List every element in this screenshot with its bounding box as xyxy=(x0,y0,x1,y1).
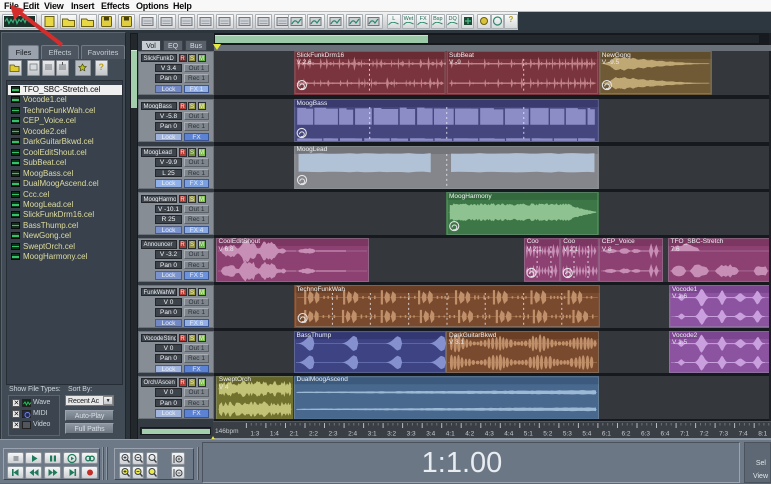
svg-text:4:1: 4:1 xyxy=(446,431,455,438)
svg-text:6:3: 6:3 xyxy=(641,431,650,438)
svg-text:1:4: 1:4 xyxy=(270,431,279,438)
svg-text:6:2: 6:2 xyxy=(622,431,631,438)
svg-text:5:4: 5:4 xyxy=(582,431,591,438)
svg-text:6:4: 6:4 xyxy=(661,431,670,438)
svg-text:7:3: 7:3 xyxy=(719,431,728,438)
svg-text:3:1: 3:1 xyxy=(368,431,377,438)
svg-text:4:3: 4:3 xyxy=(485,431,494,438)
svg-text:3:2: 3:2 xyxy=(387,431,396,438)
svg-text:2:3: 2:3 xyxy=(329,431,338,438)
svg-text:1:3: 1:3 xyxy=(250,431,259,438)
svg-text:6:1: 6:1 xyxy=(602,431,611,438)
svg-text:3:4: 3:4 xyxy=(426,431,435,438)
svg-text:5:2: 5:2 xyxy=(543,431,552,438)
svg-text:7:1: 7:1 xyxy=(680,431,689,438)
svg-text:2:1: 2:1 xyxy=(290,431,299,438)
svg-text:4:2: 4:2 xyxy=(465,431,474,438)
svg-text:3:3: 3:3 xyxy=(407,431,416,438)
svg-text:5:3: 5:3 xyxy=(563,431,572,438)
svg-text:7:4: 7:4 xyxy=(739,431,748,438)
svg-text:8:1: 8:1 xyxy=(758,431,767,438)
svg-text:2:4: 2:4 xyxy=(348,431,357,438)
svg-text:4:4: 4:4 xyxy=(504,431,513,438)
svg-text:2:2: 2:2 xyxy=(309,431,318,438)
svg-text:5:1: 5:1 xyxy=(524,431,533,438)
svg-text:7:2: 7:2 xyxy=(700,431,709,438)
